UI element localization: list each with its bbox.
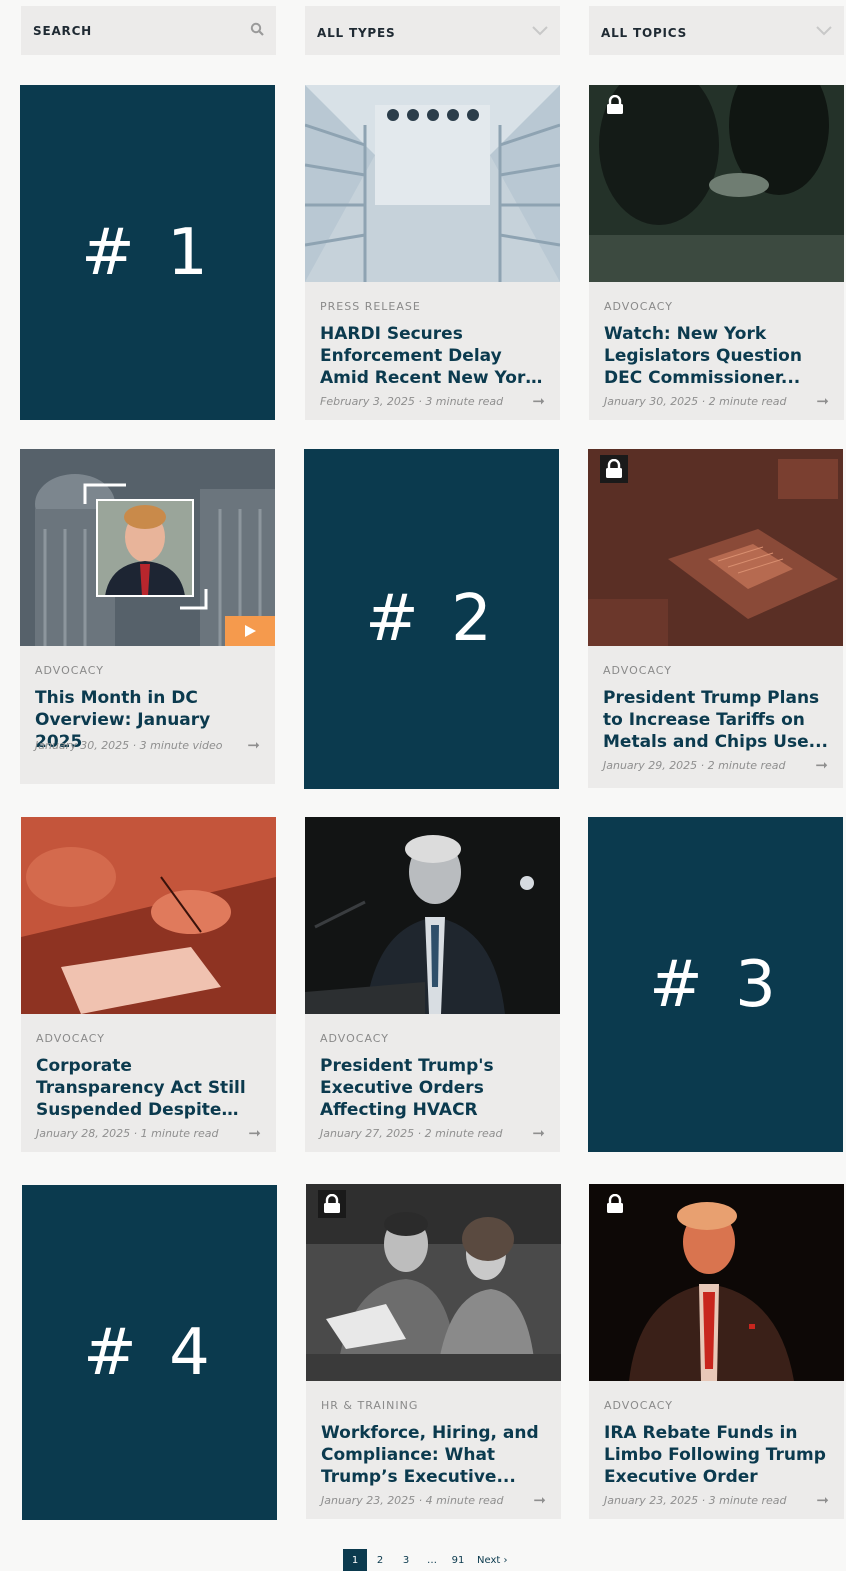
article-meta: February 3, 2025 · 3 minute read	[320, 394, 504, 408]
article-thumbnail	[21, 817, 276, 1014]
article-title[interactable]: HARDI Secures Enforcement Delay Amid Rec…	[320, 323, 545, 389]
page-2-link[interactable]: 2	[367, 1549, 393, 1571]
article-thumbnail	[306, 1184, 561, 1381]
type-filter-select[interactable]: ALL TYPES	[305, 6, 560, 55]
arrow-right-icon[interactable]: ➞	[247, 736, 260, 754]
article-meta: January 23, 2025 · 4 minute read	[321, 1493, 504, 1507]
article-title[interactable]: President Trump's Executive Orders Affec…	[320, 1055, 545, 1121]
rank-number: # 3	[649, 947, 782, 1022]
article-card[interactable]: ADVOCACY Watch: New York Legislators Que…	[589, 85, 844, 420]
lock-icon	[601, 91, 629, 119]
article-card[interactable]: HR & TRAINING Workforce, Hiring, and Com…	[306, 1184, 561, 1519]
arrow-right-icon[interactable]: ➞	[533, 1491, 546, 1509]
search-icon[interactable]	[250, 21, 264, 40]
article-thumbnail	[589, 1184, 844, 1381]
rank-tile-1[interactable]: # 1	[20, 85, 275, 420]
article-title[interactable]: Watch: New York Legislators Question DEC…	[604, 323, 829, 389]
article-category: ADVOCACY	[320, 1032, 390, 1045]
article-meta: January 27, 2025 · 2 minute read	[320, 1126, 503, 1140]
rank-number: # 1	[81, 215, 214, 290]
article-category: PRESS RELEASE	[320, 300, 421, 313]
rank-tile-2[interactable]: # 2	[304, 449, 559, 789]
article-meta: January 28, 2025 · 1 minute read	[36, 1126, 219, 1140]
article-card[interactable]: ADVOCACY President Trump's Executive Ord…	[305, 817, 560, 1152]
article-title[interactable]: President Trump Plans to Increase Tariff…	[603, 687, 828, 753]
article-card[interactable]: ADVOCACY IRA Rebate Funds in Limbo Follo…	[589, 1184, 844, 1519]
article-thumbnail	[589, 85, 844, 282]
chevron-down-icon	[532, 21, 548, 40]
article-category: HR & TRAINING	[321, 1399, 419, 1412]
article-card[interactable]: ADVOCACY Corporate Transparency Act Stil…	[21, 817, 276, 1152]
arrow-right-icon[interactable]: ➞	[248, 1124, 261, 1142]
lock-icon	[600, 455, 628, 483]
chevron-down-icon	[816, 21, 832, 40]
article-thumbnail	[305, 817, 560, 1014]
article-card[interactable]: ADVOCACY This Month in DC Overview: Janu…	[20, 449, 275, 784]
article-meta: January 29, 2025 · 2 minute read	[603, 758, 786, 772]
lock-icon	[318, 1190, 346, 1218]
article-meta: January 30, 2025 · 2 minute read	[604, 394, 787, 408]
article-meta: January 30, 2025 · 3 minute video	[35, 738, 223, 752]
article-title[interactable]: Workforce, Hiring, and Compliance: What …	[321, 1422, 546, 1488]
article-title[interactable]: IRA Rebate Funds in Limbo Following Trum…	[604, 1422, 829, 1488]
topic-filter-label: ALL TOPICS	[601, 25, 688, 40]
arrow-right-icon[interactable]: ➞	[532, 1124, 545, 1142]
rank-number: # 4	[83, 1315, 216, 1390]
search-input[interactable]: SEARCH	[21, 6, 276, 55]
arrow-right-icon[interactable]: ➞	[816, 392, 829, 410]
pagination: 1 2 3 … 91 Next ›	[343, 1549, 507, 1571]
rank-tile-3[interactable]: # 3	[588, 817, 843, 1152]
article-category: ADVOCACY	[604, 300, 674, 313]
article-thumbnail	[305, 85, 560, 282]
search-label: SEARCH	[33, 23, 93, 38]
article-thumbnail	[588, 449, 843, 646]
article-card[interactable]: ADVOCACY President Trump Plans to Increa…	[588, 449, 843, 788]
type-filter-label: ALL TYPES	[317, 25, 396, 40]
page-91-link[interactable]: 91	[445, 1549, 471, 1571]
arrow-right-icon[interactable]: ➞	[815, 756, 828, 774]
article-card[interactable]: PRESS RELEASE HARDI Secures Enforcement …	[305, 85, 560, 420]
next-page-link[interactable]: Next ›	[477, 1555, 507, 1566]
play-video-button[interactable]	[225, 616, 275, 646]
article-category: ADVOCACY	[604, 1399, 674, 1412]
rank-tile-4[interactable]: # 4	[22, 1185, 277, 1520]
article-category: ADVOCACY	[35, 664, 105, 677]
article-category: ADVOCACY	[36, 1032, 106, 1045]
lock-icon	[601, 1190, 629, 1218]
arrow-right-icon[interactable]: ➞	[816, 1491, 829, 1509]
pagination-ellipsis: …	[427, 1554, 437, 1566]
article-thumbnail	[20, 449, 275, 646]
article-meta: January 23, 2025 · 3 minute read	[604, 1493, 787, 1507]
article-title[interactable]: Corporate Transparency Act Still Suspend…	[36, 1055, 261, 1121]
page-3-link[interactable]: 3	[393, 1549, 419, 1571]
topic-filter-select[interactable]: ALL TOPICS	[589, 6, 844, 55]
arrow-right-icon[interactable]: ➞	[532, 392, 545, 410]
rank-number: # 2	[365, 582, 498, 656]
article-category: ADVOCACY	[603, 664, 673, 677]
page-1-link[interactable]: 1	[343, 1549, 367, 1571]
